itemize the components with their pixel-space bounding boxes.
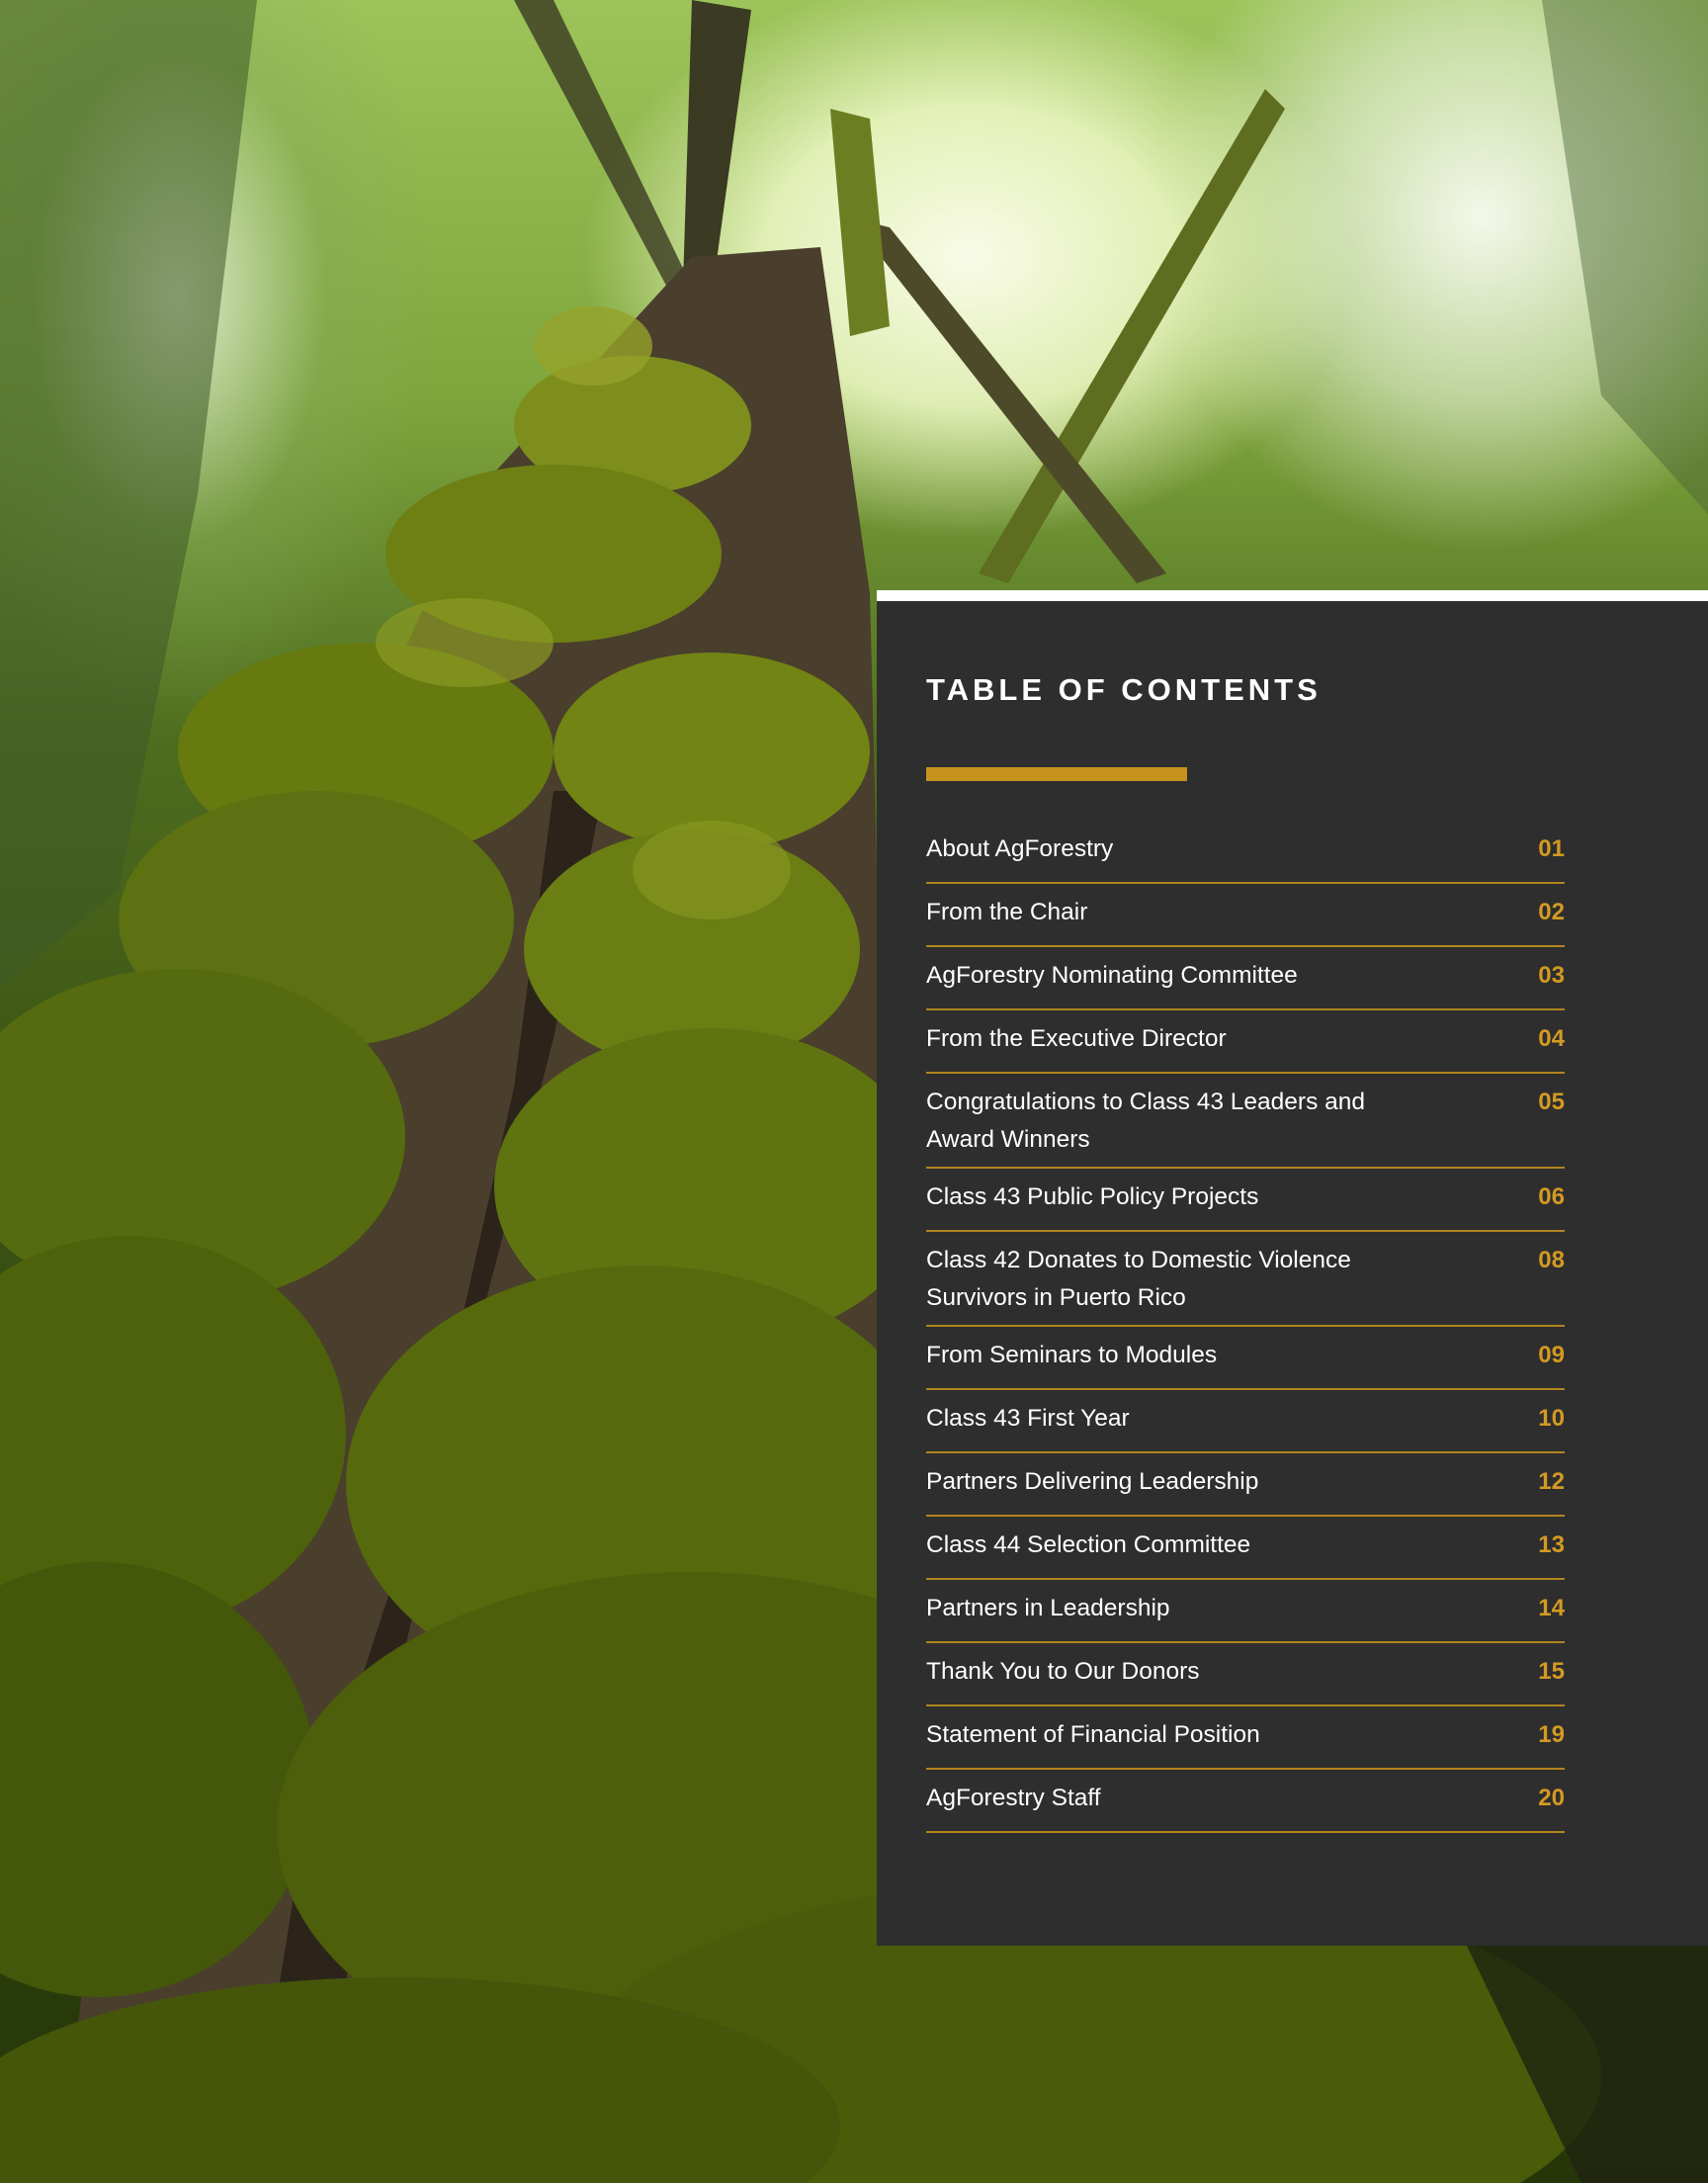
- toc-item-page: 19: [1538, 1721, 1565, 1748]
- toc-item-label: Class 42 Donates to Domestic Violence Su…: [926, 1247, 1351, 1311]
- toc-accent-bar: [926, 767, 1187, 781]
- toc-item-page: 04: [1538, 1025, 1565, 1052]
- toc-item-label: AgForestry Staff: [926, 1785, 1101, 1811]
- toc-item[interactable]: AgForestry Staff 20: [926, 1770, 1565, 1833]
- toc-item-label: Class 43 First Year: [926, 1405, 1130, 1432]
- toc-item[interactable]: From the Chair 02: [926, 884, 1565, 947]
- toc-item-label: Partners Delivering Leadership: [926, 1468, 1259, 1495]
- toc-item[interactable]: From Seminars to Modules 09: [926, 1327, 1565, 1390]
- toc-item-page: 15: [1538, 1658, 1565, 1685]
- toc-item-label: Class 44 Selection Committee: [926, 1531, 1251, 1558]
- table-of-contents-panel: TABLE OF CONTENTS About AgForestry 01 Fr…: [877, 590, 1708, 1946]
- toc-item-label: From the Chair: [926, 899, 1088, 925]
- toc-item-page: 08: [1538, 1247, 1565, 1273]
- toc-item[interactable]: From the Executive Director 04: [926, 1010, 1565, 1074]
- toc-item-page: 03: [1538, 962, 1565, 989]
- toc-item-label: About AgForestry: [926, 835, 1114, 862]
- toc-item[interactable]: Class 44 Selection Committee 13: [926, 1517, 1565, 1580]
- toc-item[interactable]: Class 42 Donates to Domestic Violence Su…: [926, 1232, 1565, 1327]
- toc-item[interactable]: About AgForestry 01: [926, 821, 1565, 884]
- toc-item-label: AgForestry Nominating Committee: [926, 962, 1298, 989]
- toc-item-label: Thank You to Our Donors: [926, 1658, 1200, 1685]
- toc-item[interactable]: Partners in Leadership 14: [926, 1580, 1565, 1643]
- toc-item-label: From Seminars to Modules: [926, 1342, 1218, 1368]
- toc-item[interactable]: Class 43 First Year 10: [926, 1390, 1565, 1453]
- toc-item-label: Statement of Financial Position: [926, 1721, 1260, 1748]
- toc-item[interactable]: Congratulations to Class 43 Leaders and …: [926, 1074, 1565, 1169]
- toc-item-page: 05: [1538, 1089, 1565, 1115]
- toc-item-page: 20: [1538, 1785, 1565, 1811]
- toc-item-page: 01: [1538, 835, 1565, 862]
- toc-item-label: Class 43 Public Policy Projects: [926, 1183, 1259, 1210]
- toc-item[interactable]: AgForestry Nominating Committee 03: [926, 947, 1565, 1010]
- toc-item-page: 02: [1538, 899, 1565, 925]
- toc-item-page: 13: [1538, 1531, 1565, 1558]
- toc-item-page: 12: [1538, 1468, 1565, 1495]
- toc-item-label: From the Executive Director: [926, 1025, 1227, 1052]
- toc-item[interactable]: Class 43 Public Policy Projects 06: [926, 1169, 1565, 1232]
- toc-item[interactable]: Statement of Financial Position 19: [926, 1706, 1565, 1770]
- toc-item-page: 09: [1538, 1342, 1565, 1368]
- toc-title: TABLE OF CONTENTS: [926, 672, 1322, 707]
- toc-item[interactable]: Partners Delivering Leadership 12: [926, 1453, 1565, 1517]
- toc-item-label: Partners in Leadership: [926, 1595, 1170, 1621]
- toc-item-label: Congratulations to Class 43 Leaders and …: [926, 1089, 1366, 1153]
- toc-item-page: 14: [1538, 1595, 1565, 1621]
- toc-item[interactable]: Thank You to Our Donors 15: [926, 1643, 1565, 1706]
- toc-list: About AgForestry 01 From the Chair 02 Ag…: [926, 821, 1565, 1833]
- toc-item-page: 10: [1538, 1405, 1565, 1432]
- toc-item-page: 06: [1538, 1183, 1565, 1210]
